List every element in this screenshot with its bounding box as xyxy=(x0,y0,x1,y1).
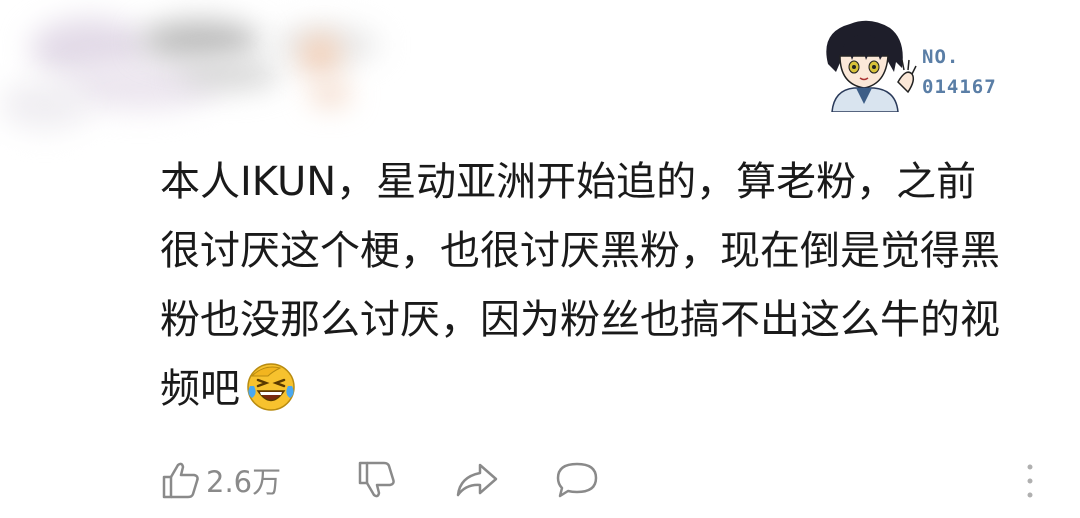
share-arrow-icon xyxy=(456,463,498,497)
like-button[interactable]: 2.6万 xyxy=(160,455,281,505)
user-avatar[interactable] xyxy=(810,12,920,113)
comment-actions: 2.6万 xyxy=(160,455,1060,505)
comment-line: 粉也没那么讨厌，因为粉丝也搞不出这么牛的视 xyxy=(160,297,1000,343)
dislike-button[interactable] xyxy=(356,455,398,505)
comment-text: 本人IKUN，星动亚洲开始追的，算老粉，之前 很讨厌这个梗，也很讨厌黑粉，现在倒… xyxy=(160,148,1040,424)
badge-label: NO. xyxy=(922,46,960,68)
badge-number: 014167 xyxy=(922,76,997,98)
comment-line: 很讨厌这个梗，也很讨厌黑粉，现在倒是觉得黑 xyxy=(160,228,1000,274)
comment-line-text: 频吧 xyxy=(160,366,240,412)
reply-button[interactable] xyxy=(554,455,600,505)
thumbs-up-icon xyxy=(162,462,199,499)
comment-line-last: 频吧 xyxy=(160,355,1040,424)
comment-line: 本人IKUN，星动亚洲开始追的，算老粉，之前 xyxy=(160,159,977,205)
like-count: 2.6万 xyxy=(206,465,282,499)
share-button[interactable] xyxy=(454,455,500,505)
comment-bubble-icon xyxy=(556,462,598,498)
blurred-username xyxy=(0,0,420,140)
laughing-crying-emoji-icon xyxy=(247,363,295,411)
thumbs-down-icon xyxy=(358,461,395,498)
user-number-badge: NO. 014167 xyxy=(922,42,1012,102)
more-dots-icon[interactable] xyxy=(1025,461,1035,501)
anime-character-avatar-icon xyxy=(826,20,917,113)
